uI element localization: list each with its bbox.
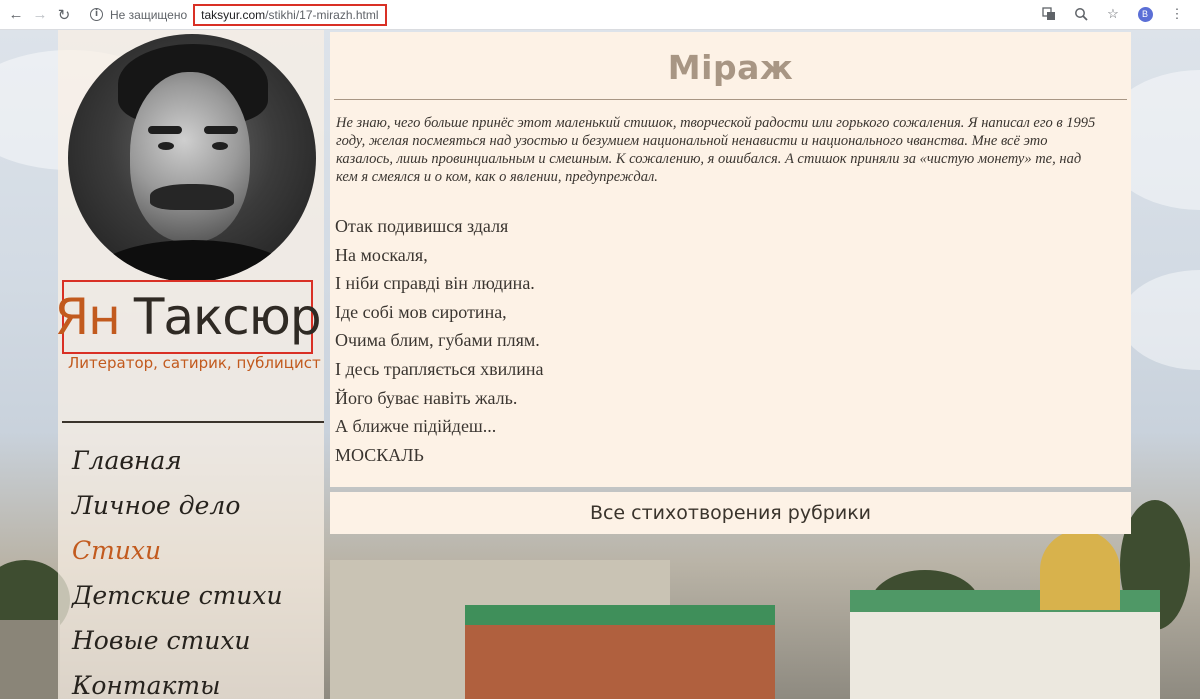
- url-path: /stikhi/17-mirazh.html: [265, 7, 379, 22]
- author-portrait: [68, 34, 316, 282]
- forward-button[interactable]: →: [28, 3, 52, 27]
- divider: [62, 421, 324, 423]
- poem-line: Отак подивишся здаля: [335, 216, 509, 236]
- poem-text: Отак подивишся здаля На москаля, І ніби …: [335, 212, 543, 469]
- poem-line: Його буває навіть жаль.: [335, 387, 518, 408]
- sidebar: Ян Таксюр Литератор, сатирик, публицист …: [54, 30, 324, 699]
- back-button[interactable]: ←: [4, 3, 28, 27]
- poem-line: Іде собі мов сиротина,: [335, 301, 507, 322]
- intro-text: Не знаю, чего больше принёс этот маленьк…: [336, 115, 1096, 185]
- info-icon[interactable]: i: [90, 8, 103, 21]
- article: Міраж Не знаю, чего больше принёс этот м…: [330, 32, 1131, 487]
- zoom-icon[interactable]: [1070, 3, 1092, 25]
- translate-icon[interactable]: [1038, 3, 1060, 25]
- security-label: Не защищено: [110, 7, 188, 22]
- arrow-left-icon: ←: [8, 6, 24, 23]
- arrow-right-icon: →: [32, 6, 48, 23]
- menu-item-contacts[interactable]: Контакты: [72, 663, 283, 699]
- profile-button[interactable]: B: [1134, 3, 1156, 25]
- reload-button[interactable]: ↻: [52, 3, 76, 27]
- site-logo[interactable]: Ян Таксюр: [54, 280, 322, 354]
- page-title: Міраж: [667, 48, 794, 87]
- bookmark-star-icon[interactable]: ☆: [1102, 3, 1124, 25]
- main-menu: Главная Личное дело Стихи Детские стихи …: [72, 438, 283, 699]
- poem-line: І ніби справді він людина.: [335, 273, 535, 294]
- reload-icon: ↻: [57, 6, 71, 24]
- poem-line: І десь трапляється хвилина: [335, 358, 544, 379]
- menu-item-poems[interactable]: Стихи: [72, 528, 283, 573]
- address-bar[interactable]: i Не защищено taksyur.com/stikhi/17-mira…: [84, 3, 1184, 27]
- menu-item-personal-file[interactable]: Личное дело: [72, 483, 283, 528]
- poem-line: МОСКАЛЬ: [335, 444, 424, 465]
- menu-kebab-icon[interactable]: ⋮: [1166, 3, 1188, 25]
- title-divider: [334, 99, 1127, 100]
- all-rubric-poems-link[interactable]: Все стихотворения рубрики: [330, 492, 1131, 534]
- poem-line: А ближче підійдеш...: [335, 416, 497, 437]
- browser-toolbar: ← → ↻ i Не защищено taksyur.com/stikhi/1…: [0, 0, 1200, 30]
- poem-line: На москаля,: [335, 244, 428, 265]
- menu-item-new-poems[interactable]: Новые стихи: [72, 618, 283, 663]
- author-first-name: Ян: [54, 288, 120, 346]
- author-last-name: Таксюр: [133, 288, 322, 346]
- menu-item-children-poems[interactable]: Детские стихи: [72, 573, 283, 618]
- menu-item-home[interactable]: Главная: [72, 438, 283, 483]
- url-text[interactable]: taksyur.com/stikhi/17-mirazh.html: [193, 3, 387, 26]
- avatar: B: [1137, 6, 1153, 22]
- url-domain: taksyur.com: [201, 7, 266, 22]
- site-tagline: Литератор, сатирик, публицист: [68, 354, 321, 372]
- poem-line: Очима блим, губами плям.: [335, 330, 540, 351]
